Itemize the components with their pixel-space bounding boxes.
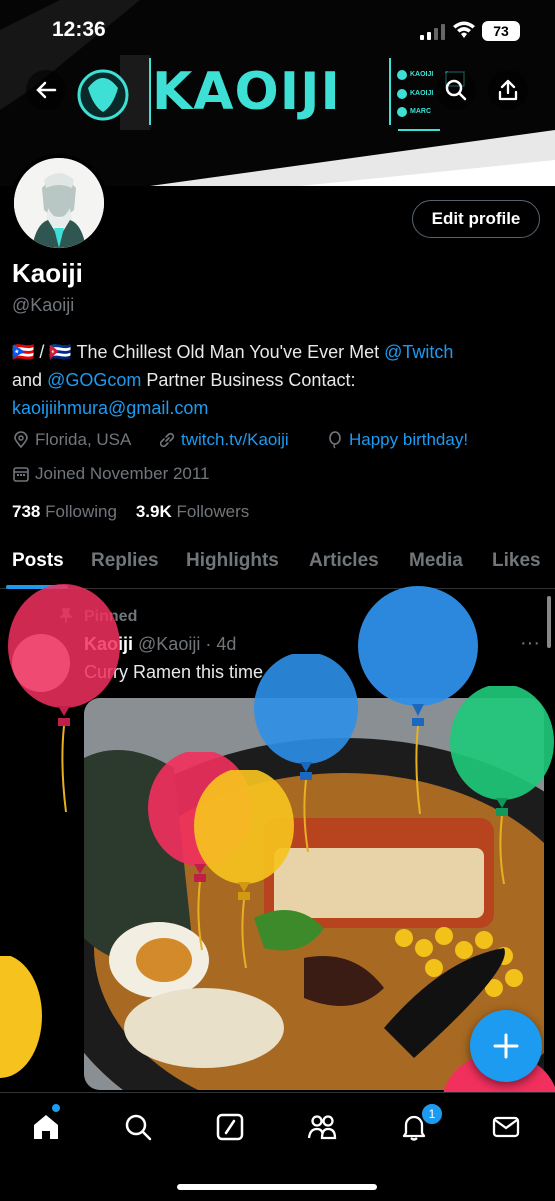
- profile-avatar[interactable]: [10, 154, 108, 252]
- followers-label: Followers: [176, 502, 250, 521]
- notification-badge: 1: [420, 1102, 444, 1126]
- nav-home[interactable]: [26, 1107, 66, 1147]
- banner-title: KAOIJI: [152, 62, 341, 122]
- joined-text: Joined November 2011: [35, 464, 210, 483]
- bio-flags: 🇵🇷 / 🇨🇺: [12, 342, 72, 362]
- profile-tabs: Posts Replies Highlights Articles Media …: [0, 540, 555, 589]
- search-icon: [125, 1114, 152, 1141]
- email-link[interactable]: kaoijiihmura@gmail.com: [12, 398, 208, 418]
- wifi-icon: [453, 21, 475, 38]
- communities-icon: [307, 1115, 337, 1140]
- display-name: Kaoiji: [12, 258, 83, 288]
- mention-link[interactable]: @GOGcom: [47, 370, 141, 390]
- more-icon[interactable]: ···: [520, 632, 540, 655]
- banner-social-label: KAOIJI: [410, 90, 434, 97]
- calendar-icon: [13, 467, 29, 482]
- back-button[interactable]: [26, 70, 66, 110]
- edit-profile-button[interactable]: Edit profile: [412, 200, 540, 238]
- grok-icon: [216, 1113, 244, 1141]
- share-button[interactable]: [488, 70, 528, 110]
- joined-date: Joined November 2011: [12, 464, 210, 484]
- banner-social-label: MARC: [410, 108, 431, 115]
- location-icon: [14, 431, 28, 449]
- birthday-text[interactable]: Happy birthday!: [349, 430, 468, 450]
- balloon-decoration: [450, 686, 554, 885]
- search-icon: [445, 79, 467, 101]
- location-text: Florida, USA: [35, 430, 132, 449]
- balloon-decoration: [0, 956, 42, 1078]
- follow-counts: 738 Following 3.9K Followers: [12, 502, 249, 522]
- website[interactable]: twitch.tv/Kaoiji: [158, 430, 289, 450]
- bio-text: Partner Business Contact:: [146, 370, 356, 390]
- balloon-decoration: [8, 584, 120, 813]
- mention-link[interactable]: @Twitch: [384, 342, 453, 362]
- home-indicator[interactable]: [177, 1184, 377, 1190]
- website-link[interactable]: twitch.tv/Kaoiji: [181, 430, 289, 450]
- birthday[interactable]: Happy birthday!: [326, 430, 468, 450]
- home-icon: [34, 1115, 58, 1139]
- link-icon: [159, 432, 175, 448]
- bio-text: The Chillest Old Man You've Ever Met: [76, 342, 380, 362]
- post-handle-time: @Kaoiji · 4d: [138, 634, 237, 654]
- plus-icon: [493, 1033, 519, 1059]
- username: @Kaoiji: [12, 295, 75, 315]
- following-label: Following: [45, 502, 117, 521]
- following-count: 738: [12, 502, 41, 521]
- battery-indicator: 73: [482, 21, 520, 41]
- tab-likes[interactable]: Likes: [492, 550, 541, 572]
- nav-communities[interactable]: [302, 1107, 342, 1147]
- home-unread-dot: [52, 1104, 60, 1112]
- location: Florida, USA: [12, 430, 131, 450]
- avatar-artwork: [14, 158, 104, 248]
- search-button[interactable]: [436, 70, 476, 110]
- tab-media[interactable]: Media: [409, 550, 463, 572]
- signal-icon: [420, 24, 445, 40]
- tab-replies[interactable]: Replies: [91, 550, 159, 572]
- share-icon: [498, 79, 518, 101]
- following-link[interactable]: 738 Following: [12, 502, 117, 521]
- tab-highlights[interactable]: Highlights: [186, 550, 279, 572]
- back-arrow-icon: [36, 81, 57, 99]
- compose-post-button[interactable]: [470, 1010, 542, 1082]
- tab-articles[interactable]: Articles: [309, 550, 379, 572]
- banner-social-label: KAOIJI: [410, 71, 434, 78]
- status-bar: 12:36 73: [0, 0, 555, 60]
- nav-messages[interactable]: [486, 1107, 526, 1147]
- profile-bio: 🇵🇷 / 🇨🇺 The Chillest Old Man You've Ever…: [12, 338, 532, 422]
- followers-link[interactable]: 3.9K Followers: [136, 502, 249, 521]
- bio-text: and: [12, 370, 43, 390]
- nav-grok[interactable]: [210, 1107, 250, 1147]
- nav-explore[interactable]: [118, 1107, 158, 1147]
- followers-count: 3.9K: [135, 502, 172, 521]
- tab-posts[interactable]: Posts: [12, 550, 64, 572]
- messages-icon: [492, 1116, 520, 1138]
- clock: 12:36: [52, 18, 106, 41]
- scrollbar[interactable]: [547, 596, 551, 648]
- balloon-icon: [329, 431, 341, 449]
- balloon-decoration: [194, 770, 294, 969]
